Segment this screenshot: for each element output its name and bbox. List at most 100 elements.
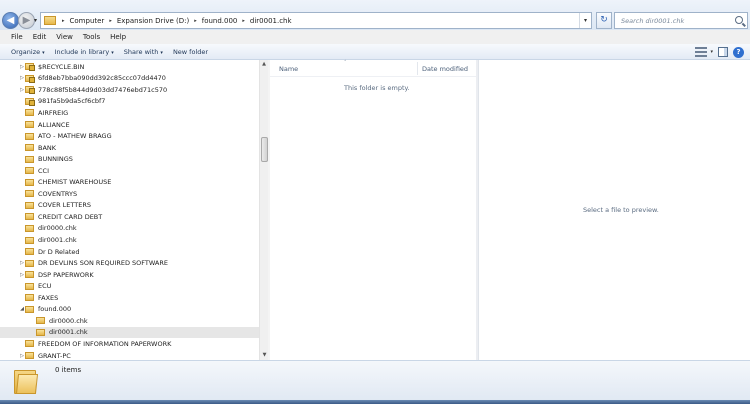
preview-pane-icon[interactable] — [718, 47, 728, 57]
search-icon[interactable] — [735, 16, 743, 24]
include-in-library-label: Include in library — [54, 47, 110, 56]
breadcrumb-separator-icon[interactable]: ▸ — [106, 18, 115, 24]
command-bar: Organize ▾ Include in library ▾ Share with… — [0, 44, 750, 60]
breadcrumb-separator-icon[interactable]: ▸ — [239, 18, 248, 24]
folder-icon — [25, 132, 34, 140]
share-with-label: Share with — [123, 47, 159, 56]
preview-message: Select a file to preview. — [583, 206, 659, 214]
tree-item-label: FAXES — [38, 293, 59, 302]
share-with-button[interactable]: Share with ▾ — [119, 48, 168, 56]
file-list[interactable]: ˄ Name Date modified This folder is empt… — [270, 60, 478, 360]
locked-folder-icon — [25, 86, 35, 95]
tree-item[interactable]: dir0000.chk — [0, 315, 259, 327]
chevron-down-icon: ▾ — [160, 49, 163, 56]
tree-item[interactable]: COVER LETTERS — [0, 200, 259, 212]
folder-icon — [25, 259, 34, 267]
forward-button[interactable]: ▶ — [18, 12, 35, 29]
tree-item[interactable]: ECU — [0, 280, 259, 292]
change-view-icon[interactable] — [695, 47, 708, 57]
breadcrumb-found[interactable]: found.000 — [200, 17, 240, 25]
breadcrumb-separator-icon[interactable]: ▸ — [59, 18, 68, 24]
menu-help[interactable]: Help — [105, 33, 131, 41]
navigation-scrollbar[interactable]: ▲ ▼ — [259, 60, 268, 360]
tree-item-label: 778c88f5b844d9d03dd7476ebd71c570 — [38, 85, 168, 94]
tree-item[interactable]: ▷ DSP PAPERWORK — [0, 269, 259, 281]
tree-item[interactable]: CHEMIST WAREHOUSE — [0, 177, 259, 189]
folder-icon — [25, 224, 34, 232]
column-header-name[interactable]: Name — [279, 65, 298, 73]
menu-tools[interactable]: Tools — [78, 33, 105, 41]
folder-icon — [25, 121, 34, 128]
tree-item[interactable]: ▷ 778c88f5b844d9d03dd7476ebd71c570 — [0, 84, 259, 96]
search-box[interactable] — [614, 12, 748, 29]
help-icon[interactable]: ? — [733, 46, 744, 58]
tree-item[interactable]: dir0000.chk — [0, 223, 259, 235]
tree-item[interactable]: BUNNINGS — [0, 153, 259, 165]
tree-item-label: dir0000.chk — [38, 224, 77, 233]
tree-item[interactable]: CCI — [0, 165, 259, 177]
chevron-down-icon: ▾ — [42, 49, 45, 56]
breadcrumb-separator-icon[interactable]: ▸ — [191, 18, 200, 24]
taskbar — [0, 400, 750, 404]
folder-icon — [25, 248, 34, 256]
menu-edit[interactable]: Edit — [28, 33, 52, 41]
folder-icon — [25, 155, 34, 163]
menu-bar: File Edit View Tools Help — [0, 30, 750, 44]
chevron-down-icon[interactable]: ▾ — [710, 49, 713, 55]
column-divider[interactable] — [417, 62, 418, 75]
tree-item[interactable]: FAXES — [0, 292, 259, 304]
tree-item[interactable]: ▷ DR DEVLINS SON REQUIRED SOFTWARE — [0, 257, 259, 269]
tree-item-label: COVENTRYS — [38, 189, 78, 198]
tree-item[interactable]: AIRFREIG — [0, 107, 259, 119]
tree-item[interactable]: ◢ found.000 — [0, 304, 259, 316]
tree-item[interactable]: BANK — [0, 142, 259, 154]
tree-item-label: CCI — [38, 166, 49, 175]
tree-item[interactable]: ATO - MATHEW BRAGG — [0, 130, 259, 142]
organize-button[interactable]: Organize ▾ — [6, 48, 50, 56]
include-in-library-button[interactable]: Include in library ▾ — [50, 48, 119, 56]
tree-item[interactable]: ▷ GRANT-PC — [0, 350, 259, 360]
refresh-button[interactable]: ↻ — [596, 12, 612, 29]
locked-folder-icon — [25, 74, 35, 83]
search-input[interactable] — [621, 16, 731, 25]
recent-pages-dropdown[interactable]: ▾ — [34, 17, 37, 24]
menu-file[interactable]: File — [6, 33, 28, 41]
tree-item[interactable]: dir0001.chk — [0, 234, 259, 246]
breadcrumb-drive[interactable]: Expansion Drive (D:) — [115, 17, 191, 25]
breadcrumb-computer[interactable]: Computer — [68, 17, 107, 25]
breadcrumb-current[interactable]: dir0001.chk — [248, 17, 294, 25]
tree-item[interactable]: CREDIT CARD DEBT — [0, 211, 259, 223]
tree-item-label: DSP PAPERWORK — [38, 270, 94, 279]
tree-item-label: $RECYCLE.BIN — [38, 62, 85, 71]
column-header-date-modified[interactable]: Date modified — [422, 65, 468, 73]
menu-view[interactable]: View — [51, 33, 78, 41]
tree-item-label: GRANT-PC — [38, 351, 71, 360]
tree-item-label: dir0000.chk — [49, 316, 88, 325]
folder-icon — [25, 282, 34, 290]
address-history-dropdown[interactable]: ▾ — [579, 13, 591, 28]
folder-icon — [25, 109, 34, 117]
folder-icon — [25, 144, 34, 152]
tree-item[interactable]: 981fa5b9da5cf6cbf7 — [0, 96, 259, 108]
folder-icon — [14, 367, 39, 394]
tree-item[interactable]: FREEDOM OF INFORMATION PAPERWORK — [0, 338, 259, 350]
tree-item[interactable]: ▷ $RECYCLE.BIN — [0, 61, 259, 73]
refresh-icon: ↻ — [600, 15, 608, 25]
scroll-up-icon[interactable]: ▲ — [260, 60, 268, 69]
folder-icon — [25, 213, 34, 221]
details-pane: 0 items — [0, 360, 750, 400]
tree-item[interactable]: Dr D Related — [0, 246, 259, 258]
tree-item[interactable]: ALLIANCE — [0, 119, 259, 131]
tree-item-label: ALLIANCE — [38, 120, 70, 129]
address-box[interactable]: ▸ Computer ▸ Expansion Drive (D:) ▸ foun… — [40, 12, 592, 29]
chevron-down-icon: ▾ — [111, 49, 114, 56]
tree-item[interactable]: dir0001.chk — [0, 326, 259, 339]
tree-item-label: ATO - MATHEW BRAGG — [38, 132, 112, 141]
tree-item[interactable]: ▷ 6fd8eb7bba090dd392c85ccc07dd4470 — [0, 73, 259, 85]
scrollbar-thumb[interactable] — [261, 137, 268, 162]
new-folder-button[interactable]: New folder — [168, 48, 213, 56]
tree-item[interactable]: COVENTRYS — [0, 188, 259, 200]
folder-icon — [25, 178, 34, 186]
back-button[interactable]: ◀ — [2, 12, 19, 29]
folder-icon — [36, 328, 45, 336]
